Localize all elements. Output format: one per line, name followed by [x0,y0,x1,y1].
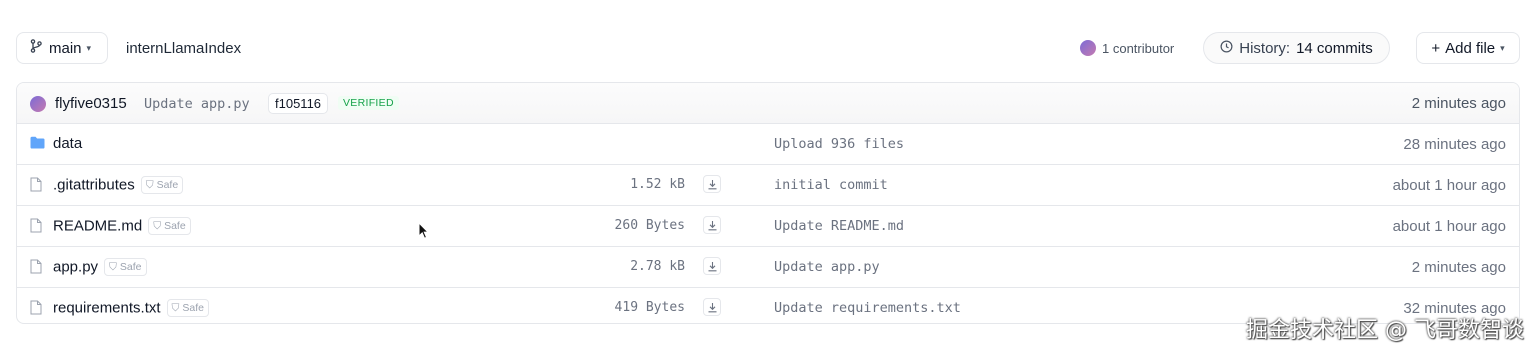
safe-label: Safe [156,179,179,191]
plus-icon: + [1431,39,1441,57]
shield-icon: ⛉ [153,219,162,232]
file-time: 28 minutes ago [1403,136,1506,153]
file-name[interactable]: .gitattributes [53,177,135,194]
repo-path[interactable]: internLlamaIndex [126,40,241,57]
table-row[interactable]: data Upload 936 files 28 minutes ago [17,124,1519,165]
download-button[interactable] [703,298,721,316]
file-time: about 1 hour ago [1392,218,1506,235]
file-name[interactable]: app.py [53,259,98,276]
git-branch-icon [30,39,42,57]
folder-icon [30,136,45,153]
download-button[interactable] [703,216,721,234]
repo-toolbar: main ▾ internLlamaIndex 1 contributor Hi… [16,32,1520,66]
file-icon [30,300,42,319]
safe-label: Safe [119,261,142,273]
file-size: 1.52 kB [630,177,685,192]
download-icon [708,302,716,312]
file-name[interactable]: README.md [53,218,142,235]
branch-name: main [49,39,82,57]
download-icon [708,261,716,271]
file-icon [30,177,42,196]
file-commit-message[interactable]: Update requirements.txt [774,300,961,316]
file-size: 2.78 kB [630,259,685,274]
add-file-button[interactable]: + Add file ▾ [1416,32,1520,64]
last-commit-header: flyfive0315 Update app.py f105116 VERIFI… [17,83,1519,124]
file-name-cell: app.py ⛉ Safe [53,258,147,276]
table-row[interactable]: app.py ⛉ Safe 2.78 kB Update app.py 2 minu… [17,247,1519,288]
author-avatar[interactable] [30,96,46,112]
file-size: 419 Bytes [614,300,685,315]
safe-badge: ⛉ Safe [140,176,184,194]
shield-icon: ⛉ [171,301,180,314]
download-button[interactable] [703,175,721,193]
safe-label: Safe [182,302,205,314]
file-size: 260 Bytes [614,218,685,233]
branch-selector-button[interactable]: main ▾ [16,32,108,64]
download-icon [708,220,716,230]
history-count: 14 commits [1296,39,1373,57]
file-name[interactable]: requirements.txt [53,300,161,317]
mouse-cursor-icon [418,221,430,245]
history-label: History: [1239,39,1291,57]
file-name-cell: .gitattributes ⛉ Safe [53,176,184,194]
file-name-cell: requirements.txt ⛉ Safe [53,299,210,317]
file-icon [30,259,42,278]
safe-badge: ⛉ Safe [104,258,147,276]
commit-hash[interactable]: f105116 [268,93,329,114]
history-button[interactable]: History: 14 commits [1203,32,1390,64]
safe-badge: ⛉ Safe [166,299,210,317]
download-icon [708,179,716,189]
file-name-cell: README.md ⛉ Safe [53,217,191,235]
chevron-down-icon: ▾ [1500,42,1505,53]
file-name[interactable]: data [53,135,82,152]
safe-label: Safe [164,220,186,232]
add-file-label: Add file [1445,39,1496,57]
file-commit-message[interactable]: initial commit [774,177,888,193]
file-time: about 1 hour ago [1392,177,1506,194]
chevron-down-icon: ▾ [86,42,92,53]
avatar [1080,40,1096,56]
table-row[interactable]: .gitattributes ⛉ Safe 1.52 kB initial comm… [17,165,1519,206]
shield-icon: ⛉ [145,178,154,191]
file-commit-message[interactable]: Update app.py [774,259,880,275]
file-commit-message[interactable]: Update README.md [774,218,904,234]
shield-icon: ⛉ [109,260,117,273]
table-row[interactable]: README.md ⛉ Safe 260 Bytes Update README.m… [17,206,1519,247]
file-time: 2 minutes ago [1411,259,1506,276]
contributors-label: 1 contributor [1102,40,1175,56]
verified-badge: VERIFIED [338,96,399,110]
clock-icon [1220,40,1233,57]
watermark: 掘金技术社区 @ 飞哥数智谈 [1246,318,1524,343]
file-table: flyfive0315 Update app.py f105116 VERIFI… [16,82,1520,324]
commit-message[interactable]: Update app.py [144,96,250,112]
safe-badge: ⛉ Safe [148,217,191,235]
commit-author[interactable]: flyfive0315 [55,95,127,112]
file-commit-message[interactable]: Upload 936 files [774,136,904,152]
contributors-link[interactable]: 1 contributor [1080,40,1174,56]
commit-time: 2 minutes ago [1411,95,1506,112]
file-icon [30,218,42,237]
download-button[interactable] [703,257,721,275]
